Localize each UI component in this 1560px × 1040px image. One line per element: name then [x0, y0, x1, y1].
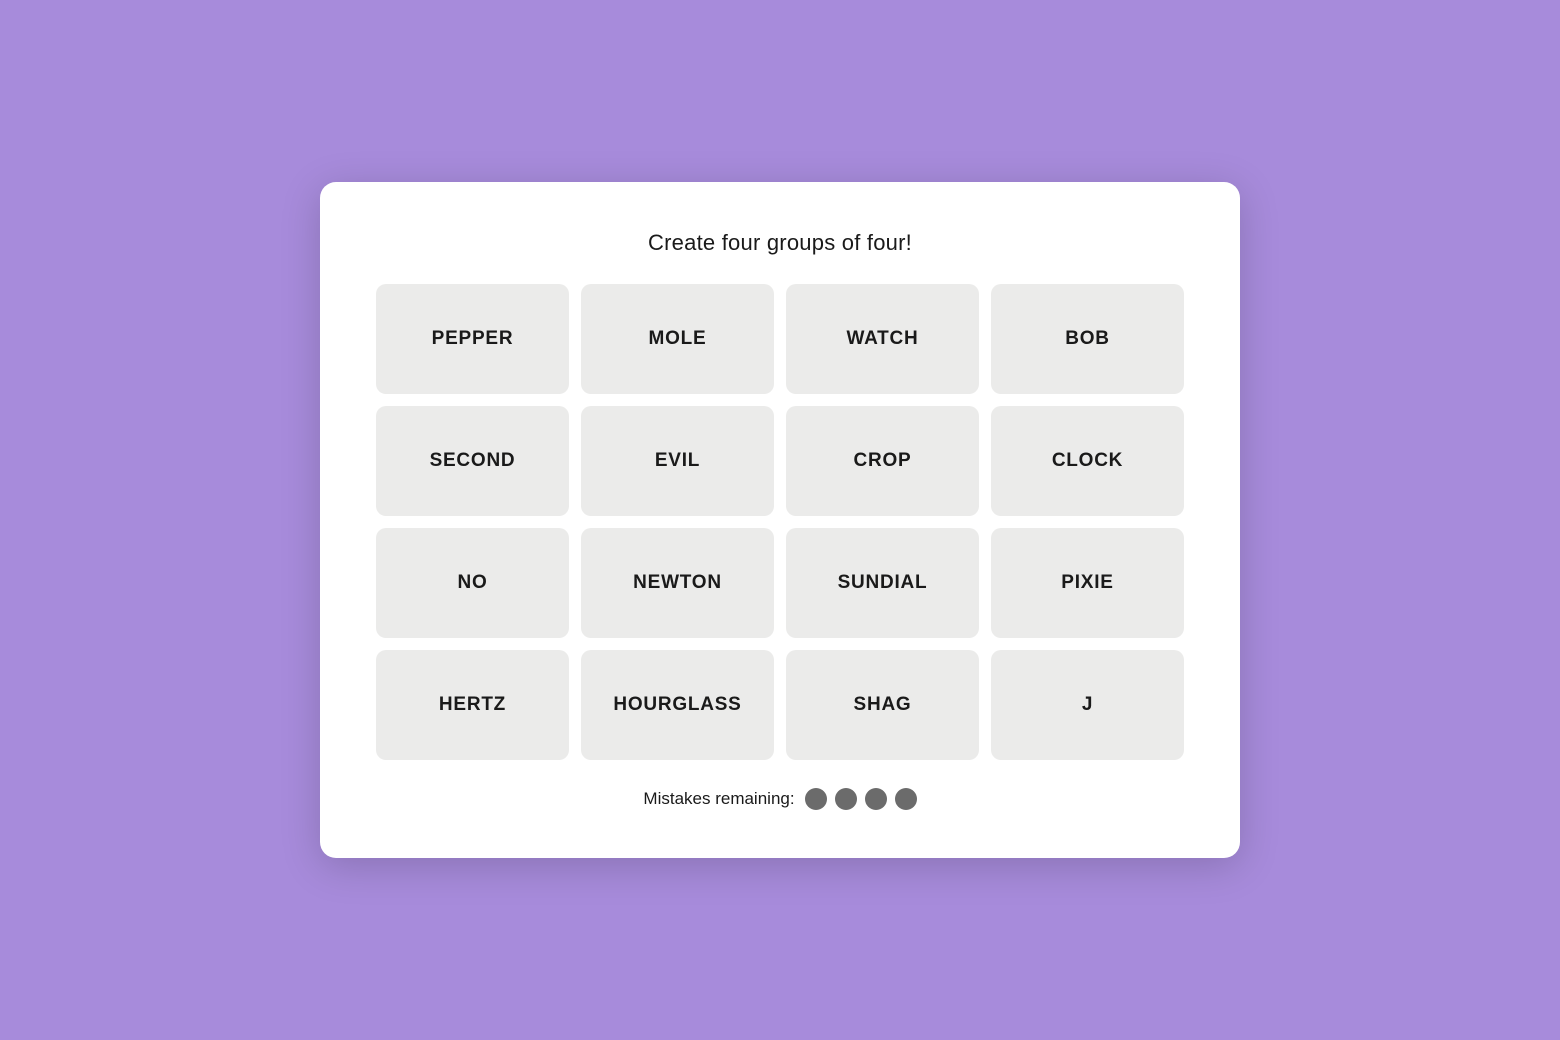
- tile-label: PIXIE: [1061, 572, 1113, 594]
- tile-watch[interactable]: WATCH: [786, 284, 979, 394]
- tile-label: EVIL: [655, 450, 700, 472]
- tile-newton[interactable]: NEWTON: [581, 528, 774, 638]
- game-title: Create four groups of four!: [648, 230, 912, 256]
- tile-label: J: [1082, 694, 1093, 716]
- tile-grid: PEPPER MOLE WATCH BOB SECOND EVIL CROP CLOCK NO N…: [376, 284, 1184, 760]
- mistake-dot-2: [835, 788, 857, 810]
- mistakes-dots: [805, 788, 917, 810]
- tile-label: NEWTON: [633, 572, 722, 594]
- tile-pixie[interactable]: PIXIE: [991, 528, 1184, 638]
- tile-label: CROP: [854, 450, 912, 472]
- tile-clock[interactable]: CLOCK: [991, 406, 1184, 516]
- tile-j[interactable]: J: [991, 650, 1184, 760]
- tile-label: HOURGLASS: [613, 694, 741, 716]
- tile-label: WATCH: [846, 328, 918, 350]
- mistakes-label: Mistakes remaining:: [643, 789, 794, 809]
- tile-label: PEPPER: [432, 328, 514, 350]
- tile-hertz[interactable]: HERTZ: [376, 650, 569, 760]
- tile-label: SHAG: [854, 694, 912, 716]
- tile-crop[interactable]: CROP: [786, 406, 979, 516]
- tile-label: MOLE: [649, 328, 707, 350]
- tile-mole[interactable]: MOLE: [581, 284, 774, 394]
- mistake-dot-1: [805, 788, 827, 810]
- mistake-dot-4: [895, 788, 917, 810]
- tile-sundial[interactable]: SUNDIAL: [786, 528, 979, 638]
- mistakes-row: Mistakes remaining:: [643, 788, 916, 810]
- tile-second[interactable]: SECOND: [376, 406, 569, 516]
- tile-label: SUNDIAL: [838, 572, 928, 594]
- tile-hourglass[interactable]: HOURGLASS: [581, 650, 774, 760]
- tile-shag[interactable]: SHAG: [786, 650, 979, 760]
- tile-label: NO: [457, 572, 487, 594]
- tile-label: SECOND: [430, 450, 516, 472]
- tile-evil[interactable]: EVIL: [581, 406, 774, 516]
- game-container: Create four groups of four! PEPPER MOLE WA…: [320, 182, 1240, 858]
- tile-bob[interactable]: BOB: [991, 284, 1184, 394]
- tile-label: CLOCK: [1052, 450, 1123, 472]
- tile-label: BOB: [1065, 328, 1110, 350]
- tile-no[interactable]: NO: [376, 528, 569, 638]
- tile-pepper[interactable]: PEPPER: [376, 284, 569, 394]
- mistake-dot-3: [865, 788, 887, 810]
- tile-label: HERTZ: [439, 694, 506, 716]
